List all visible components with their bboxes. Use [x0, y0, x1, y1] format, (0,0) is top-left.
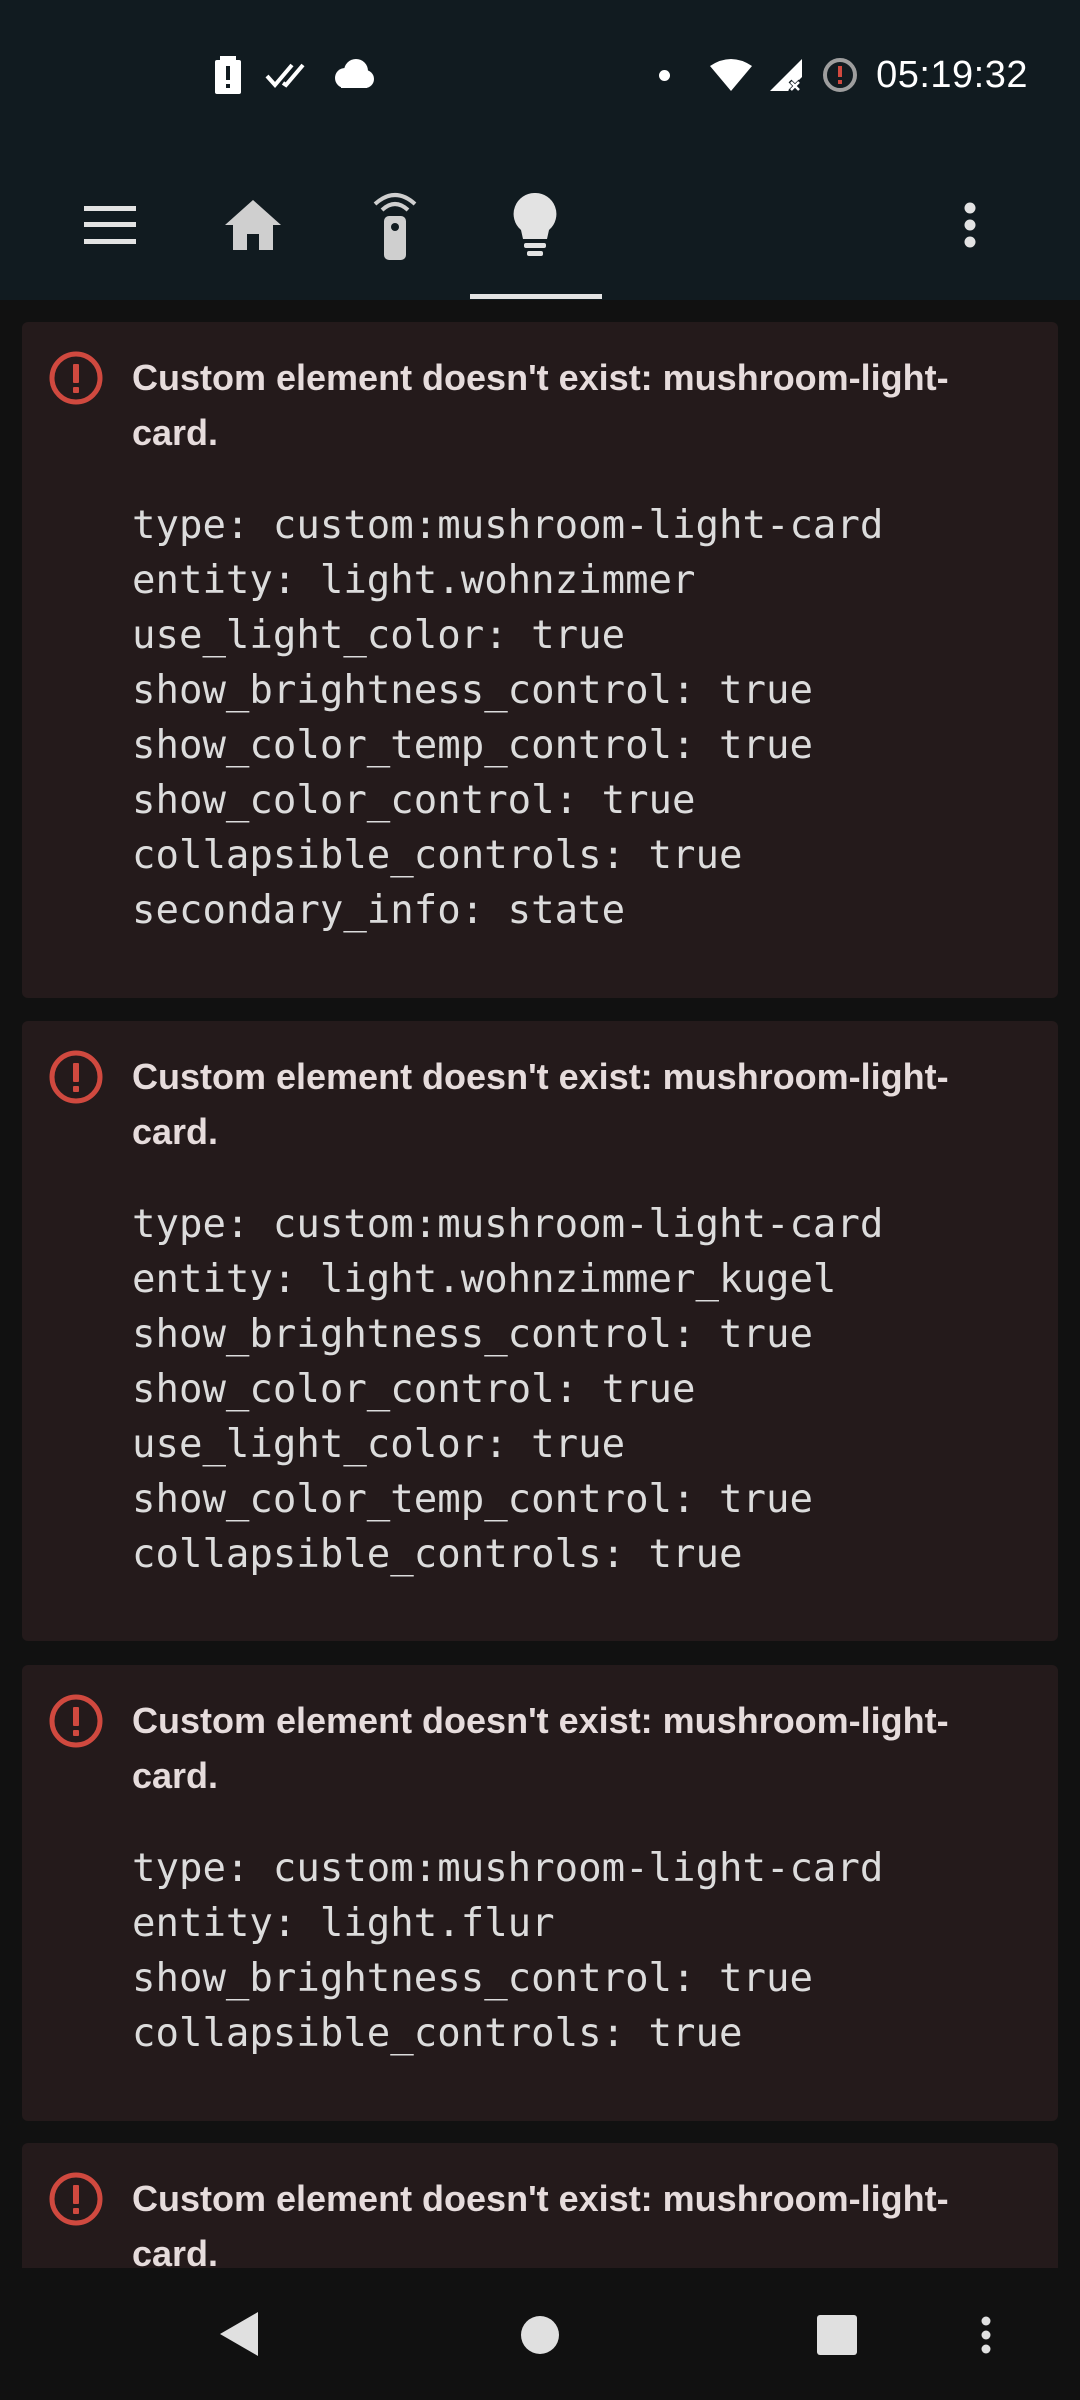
- home-circle-icon[interactable]: [520, 2315, 560, 2355]
- overflow-menu-button[interactable]: [930, 185, 1010, 265]
- notification-dot-icon: [659, 69, 671, 81]
- active-tab-indicator: [470, 294, 602, 299]
- yaml-line: collapsible_controls: true: [132, 2011, 743, 2056]
- yaml-line: collapsible_controls: true: [132, 833, 743, 878]
- yaml-line: show_brightness_control: true: [132, 1312, 813, 1357]
- more-vert-icon[interactable]: [980, 2316, 992, 2354]
- alert-circle-icon: [49, 2172, 103, 2226]
- card-error-title: Custom element doesn't exist: mushroom-l…: [132, 1700, 949, 1796]
- yaml-line: entity: light.flur: [132, 1901, 555, 1946]
- lightbulb-icon: [513, 193, 557, 256]
- yaml-line: entity: light.wohnzimmer_kugel: [132, 1257, 837, 1302]
- alarm-alert-icon: [823, 58, 858, 92]
- status-bar: 05:19:32: [0, 0, 1080, 150]
- card-error-title: Custom element doesn't exist: mushroom-l…: [132, 357, 949, 453]
- alert-circle-icon: [49, 1050, 103, 1104]
- yaml-line: show_brightness_control: true: [132, 1956, 813, 2001]
- app-toolbar: [0, 150, 1080, 300]
- error-card: Custom element doesn't exist: mushroom-l…: [22, 322, 1058, 998]
- yaml-line: type: custom:mushroom-light-card: [132, 1202, 884, 1247]
- tab-remote[interactable]: [355, 185, 435, 265]
- alert-circle-icon: [49, 351, 103, 405]
- alert-circle-icon: [49, 1694, 103, 1748]
- yaml-line: collapsible_controls: true: [132, 1532, 743, 1577]
- error-card: Custom element doesn't exist: mushroom-l…: [22, 1665, 1058, 2121]
- yaml-line: use_light_color: true: [132, 613, 626, 658]
- card-yaml-config: type: custom:mushroom-light-card entity: …: [132, 498, 883, 938]
- yaml-line: show_color_control: true: [132, 778, 696, 823]
- tab-home[interactable]: [213, 185, 293, 265]
- card-yaml-config: type: custom:mushroom-light-card entity: …: [132, 1197, 883, 1582]
- home-icon: [225, 200, 281, 250]
- status-left-icons: [215, 52, 375, 98]
- menu-icon: [84, 206, 136, 244]
- yaml-line: type: custom:mushroom-light-card: [132, 503, 884, 548]
- battery-alert-icon: [215, 56, 241, 94]
- cloud-icon: [335, 59, 374, 88]
- back-icon[interactable]: [220, 2312, 258, 2356]
- remote-icon: [373, 193, 417, 260]
- double-check-icon: [265, 63, 305, 89]
- card-error-title: Custom element doesn't exist: mushroom-l…: [132, 2178, 949, 2268]
- yaml-line: type: custom:mushroom-light-card: [132, 1846, 884, 1891]
- yaml-line: show_color_temp_control: true: [132, 1477, 813, 1522]
- status-time: 05:19:32: [876, 53, 1028, 96]
- tab-lights[interactable]: [495, 185, 575, 265]
- recents-icon[interactable]: [817, 2315, 857, 2355]
- yaml-line: show_color_temp_control: true: [132, 723, 813, 768]
- yaml-line: show_brightness_control: true: [132, 668, 813, 713]
- system-nav-bar: [0, 2268, 1080, 2400]
- status-right-icons: 05:19:32: [659, 52, 1028, 98]
- error-card: Custom element doesn't exist: mushroom-l…: [22, 2143, 1058, 2268]
- yaml-line: entity: light.wohnzimmer: [132, 558, 696, 603]
- signal-off-icon: [770, 59, 803, 93]
- more-vert-icon: [964, 202, 976, 248]
- card-yaml-config: type: custom:mushroom-light-card entity: …: [132, 1841, 883, 2061]
- dashboard-content[interactable]: Custom element doesn't exist: mushroom-l…: [0, 300, 1080, 2268]
- yaml-line: show_color_control: true: [132, 1367, 696, 1412]
- card-error-title: Custom element doesn't exist: mushroom-l…: [132, 1056, 949, 1152]
- yaml-line: secondary_info: state: [132, 888, 626, 933]
- wifi-icon: [710, 59, 753, 91]
- menu-button[interactable]: [70, 185, 150, 265]
- error-card: Custom element doesn't exist: mushroom-l…: [22, 1021, 1058, 1641]
- yaml-line: use_light_color: true: [132, 1422, 626, 1467]
